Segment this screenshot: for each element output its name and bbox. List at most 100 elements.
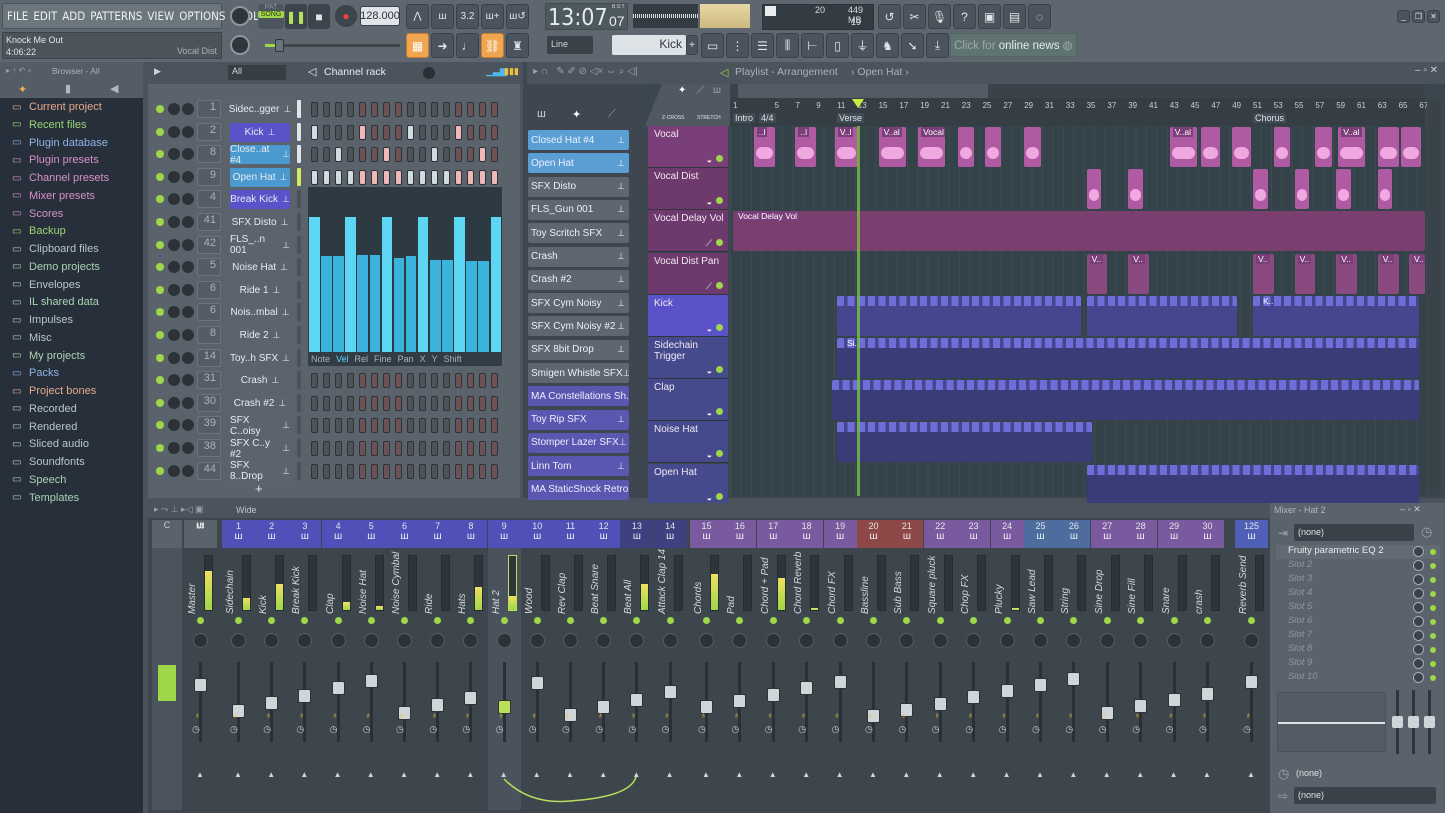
step-button[interactable] [323, 463, 330, 479]
step-button[interactable] [419, 418, 426, 434]
playlist-clip[interactable]: V.. [1086, 253, 1108, 294]
playlist-clip[interactable] [1315, 127, 1333, 167]
touch-keyboard-icon[interactable]: ♞ [876, 33, 899, 58]
effect-slot[interactable]: Slot 9 [1276, 657, 1440, 671]
velocity-bar[interactable] [393, 257, 405, 352]
typing-keyboard-icon[interactable]: ➘ [901, 33, 924, 58]
channel-pan-knob[interactable] [168, 170, 180, 183]
step-button[interactable] [347, 441, 354, 456]
playlist-clip[interactable]: Vocal [918, 127, 946, 167]
arrow-icon[interactable]: ➜ [431, 33, 454, 58]
step-button[interactable] [311, 441, 318, 456]
browser-item[interactable]: ▭ Templates [12, 492, 79, 504]
record-arm-icon[interactable]: ♁ [834, 710, 841, 720]
route-arrow-icon[interactable]: ▲ [802, 770, 810, 779]
step-button[interactable] [419, 124, 426, 140]
channel-select-indicator[interactable] [297, 371, 301, 390]
playlist-clip[interactable] [1377, 127, 1399, 167]
mixer-fader-handle[interactable] [967, 690, 981, 705]
step-button[interactable] [323, 102, 330, 117]
channel-select-indicator[interactable] [297, 393, 301, 412]
step-button[interactable] [335, 373, 342, 389]
mixer-strip[interactable]: 27 ш Sine Drop ♁ ◷ ▲ [1090, 520, 1124, 810]
route-arrow-icon[interactable]: ▲ [735, 770, 743, 779]
stretch-toggle[interactable]: STRETCH [697, 115, 721, 121]
record-arm-icon[interactable]: ♁ [967, 710, 974, 720]
step-button[interactable] [383, 147, 390, 163]
step-button[interactable] [383, 418, 390, 434]
mixer-mute-led[interactable] [633, 617, 641, 624]
step-button[interactable] [491, 124, 498, 140]
mixer-strip[interactable]: 4 ш Clap ♁ ◷ ▲ [321, 520, 355, 810]
mixer-strip[interactable]: 21 ш Sub Bass ♁ ◷ ▲ [890, 520, 924, 810]
stereo-separation-icon[interactable]: ◷ [1099, 724, 1107, 735]
record-arm-icon[interactable]: ♁ [630, 710, 637, 720]
ruler-bar-number[interactable]: 21 [941, 101, 950, 110]
rack-menu-arrow-icon[interactable]: ▶ [154, 66, 161, 77]
stereo-separation-icon[interactable]: ◷ [1243, 724, 1251, 735]
step-button[interactable] [479, 463, 486, 479]
channel-select-indicator[interactable] [297, 326, 301, 344]
channel-volume-knob[interactable] [182, 396, 194, 409]
channel-button[interactable]: Noise Hat ⊥ [230, 258, 290, 278]
playlist-clip[interactable]: V..al [1338, 127, 1366, 167]
step-button[interactable] [311, 463, 318, 479]
mixer-pan-knob[interactable] [529, 633, 545, 648]
mixer-fader-handle[interactable] [298, 688, 312, 703]
track-header[interactable]: Vocal Dist Pan ⟋ [648, 252, 728, 295]
step-button[interactable] [311, 418, 318, 434]
mixer-mute-led[interactable] [301, 617, 309, 624]
step-button[interactable] [347, 102, 354, 117]
step-button[interactable] [407, 147, 414, 163]
velocity-bar[interactable] [442, 259, 453, 352]
playlist-clip[interactable] [1086, 464, 1420, 505]
master-volume-knob[interactable] [230, 6, 250, 26]
slot-enable-led[interactable] [1430, 661, 1436, 667]
channel-pan-knob[interactable] [168, 419, 180, 432]
channel-volume-knob[interactable] [182, 125, 194, 138]
route-arrow-icon[interactable]: ▲ [1003, 770, 1011, 779]
audio-icon[interactable]: ✦ [678, 85, 686, 96]
automation-icon[interactable]: ⟋ [697, 85, 704, 96]
browser-item[interactable]: ▭ Packs [12, 367, 59, 379]
velocity-bar[interactable] [369, 254, 380, 352]
mixer-pan-knob[interactable] [932, 633, 948, 648]
channel-volume-knob[interactable] [182, 261, 194, 274]
channel-volume-knob[interactable] [182, 170, 194, 183]
step-button[interactable] [491, 441, 498, 456]
channel-mixer-track[interactable]: 44 [197, 461, 221, 480]
step-button[interactable] [479, 124, 486, 140]
time-marker[interactable]: Chorus [1253, 113, 1287, 123]
channel-mixer-track[interactable]: 39 [197, 416, 221, 435]
step-button[interactable] [347, 463, 354, 479]
mixer-pan-knob[interactable] [966, 633, 982, 648]
ruler-bar-number[interactable]: 59 [1336, 101, 1345, 110]
stop-button[interactable]: ■ [308, 4, 330, 29]
velocity-bar[interactable] [381, 216, 393, 352]
step-edit-icon[interactable]: ш+ [481, 4, 504, 29]
step-button[interactable] [491, 147, 498, 163]
route-arrow-icon[interactable]: ▲ [902, 770, 910, 779]
piano-roll-icon[interactable]: ⋮ [726, 33, 749, 58]
channel-select-indicator[interactable] [297, 439, 301, 457]
playlist-clip[interactable] [984, 127, 1002, 167]
channel-volume-knob[interactable] [182, 329, 194, 341]
step-button[interactable] [347, 124, 354, 140]
mixer-pan-knob[interactable] [1133, 633, 1149, 648]
track-header[interactable]: Vocal ◒ [648, 126, 728, 168]
graph-tab-pan[interactable]: Pan [398, 354, 414, 364]
channel-pan-knob[interactable] [168, 238, 180, 251]
channel-mute-led[interactable] [156, 105, 164, 113]
record-arm-icon[interactable]: ♁ [1067, 710, 1074, 720]
step-button[interactable] [431, 441, 438, 456]
record-arm-icon[interactable]: ♁ [431, 710, 438, 720]
mixer-strip[interactable]: 19 ш Chord FX ♁ ◷ ▲ [823, 520, 857, 810]
stereo-separation-icon[interactable]: ◷ [628, 724, 636, 735]
ruler-bar-number[interactable]: 45 [1191, 101, 1200, 110]
slot-mix-knob[interactable] [1413, 644, 1424, 655]
eq-graph[interactable] [1277, 692, 1386, 752]
route-arrow-icon[interactable]: ▲ [400, 770, 408, 779]
step-button[interactable] [359, 395, 366, 411]
mixer-strip[interactable]: 8 ш Hats ♁ ◷ ▲ [454, 520, 488, 810]
browser-item[interactable]: ▭ Speech [12, 474, 66, 486]
